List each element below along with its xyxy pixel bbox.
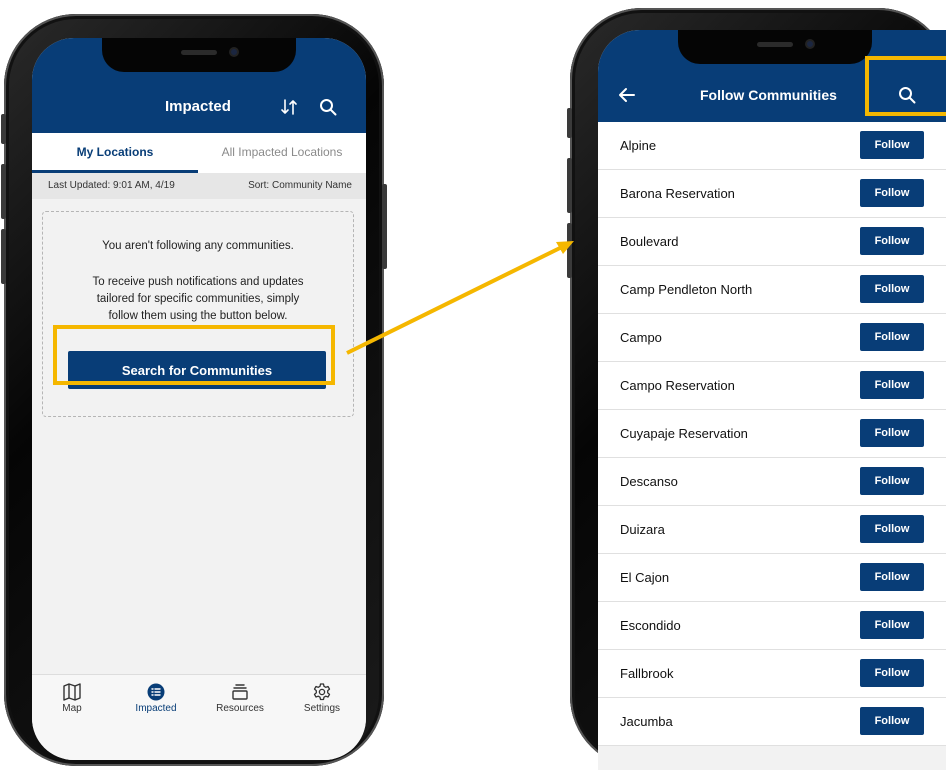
search-button-highlight bbox=[53, 325, 335, 385]
callout-arrow-line bbox=[346, 245, 563, 355]
search-icon-highlight bbox=[865, 56, 946, 116]
